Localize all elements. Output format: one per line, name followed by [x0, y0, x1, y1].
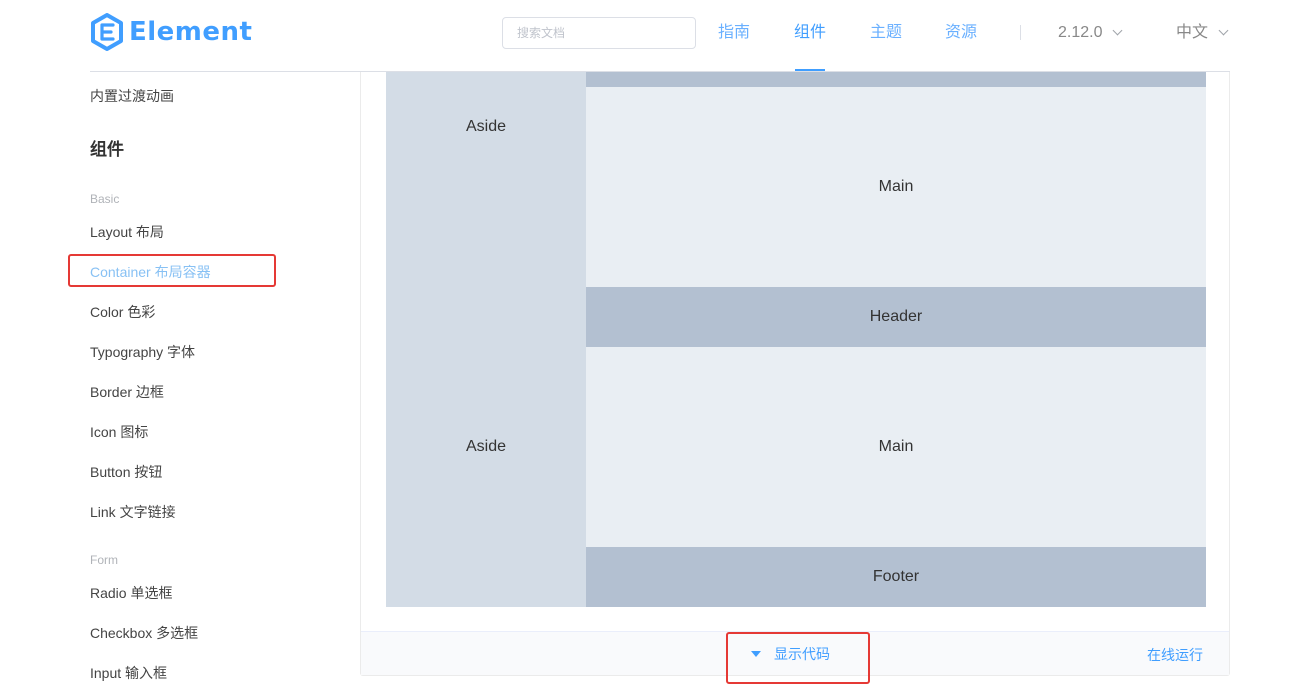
sidebar-item-radio[interactable]: Radio 单选框: [90, 583, 172, 603]
highlight-box-show-code: [726, 632, 870, 684]
version-label: 2.12.0: [1058, 24, 1103, 41]
sidebar-item-checkbox[interactable]: Checkbox 多选框: [90, 623, 198, 643]
chevron-down-icon: [1113, 25, 1123, 36]
sidebar-item-icon[interactable]: Icon 图标: [90, 422, 148, 442]
nav-theme[interactable]: 主题: [870, 22, 902, 44]
demo-footer-label: Footer: [872, 568, 920, 585]
version-dropdown[interactable]: 2.12.0: [1058, 22, 1123, 44]
run-online-link[interactable]: 在线运行: [1147, 632, 1203, 678]
sidebar-item-color[interactable]: Color 色彩: [90, 302, 155, 322]
language-dropdown[interactable]: 中文: [1176, 22, 1229, 44]
demo-main: Main: [586, 87, 1206, 287]
nav-resources[interactable]: 资源: [945, 22, 977, 44]
demo-header: Header: [586, 287, 1206, 347]
demo-main: Main: [586, 347, 1206, 547]
nav-guide[interactable]: 指南: [718, 22, 750, 44]
demo-main-label: Main: [878, 438, 914, 455]
demo-block: Aside Main Aside Header Main Footer 显示代码…: [360, 72, 1230, 676]
chevron-down-icon: [1218, 25, 1229, 36]
demo-aside-label: Aside: [465, 118, 507, 135]
sidebar-group-title: 组件: [90, 140, 124, 159]
demo-aside-label: Aside: [465, 438, 507, 455]
demo-footer-block: Footer: [586, 547, 1206, 607]
sidebar-item-button[interactable]: Button 按钮: [90, 462, 162, 482]
sidebar-category-basic: Basic: [90, 192, 120, 206]
sidebar: 内置过渡动画 组件 Basic Layout 布局 Container 布局容器…: [0, 72, 360, 694]
language-label: 中文: [1176, 24, 1209, 41]
search-input[interactable]: [502, 17, 696, 49]
logo[interactable]: Element: [90, 12, 252, 52]
demo-header-top: [586, 72, 1206, 87]
sidebar-item-layout[interactable]: Layout 布局: [90, 222, 164, 242]
top-header: Element 指南 组件 主题 资源 2.12.0 中文: [0, 0, 1306, 72]
demo-aside: Aside: [386, 72, 586, 287]
sidebar-item-transition[interactable]: 内置过渡动画: [90, 86, 174, 106]
sidebar-item-border[interactable]: Border 边框: [90, 382, 164, 402]
demo-aside: Aside: [386, 287, 586, 607]
sidebar-item-typography[interactable]: Typography 字体: [90, 342, 195, 362]
sidebar-item-input[interactable]: Input 输入框: [90, 663, 167, 683]
nav-components[interactable]: 组件: [794, 22, 826, 44]
demo-header-label: Header: [869, 308, 923, 325]
nav-divider: [1020, 25, 1021, 40]
element-logo-icon: [91, 13, 123, 51]
logo-text: Element: [129, 17, 253, 47]
demo-main-label: Main: [878, 178, 914, 195]
highlight-box-container-item: [68, 254, 276, 287]
sidebar-category-form: Form: [90, 553, 118, 567]
sidebar-item-link[interactable]: Link 文字链接: [90, 502, 176, 522]
